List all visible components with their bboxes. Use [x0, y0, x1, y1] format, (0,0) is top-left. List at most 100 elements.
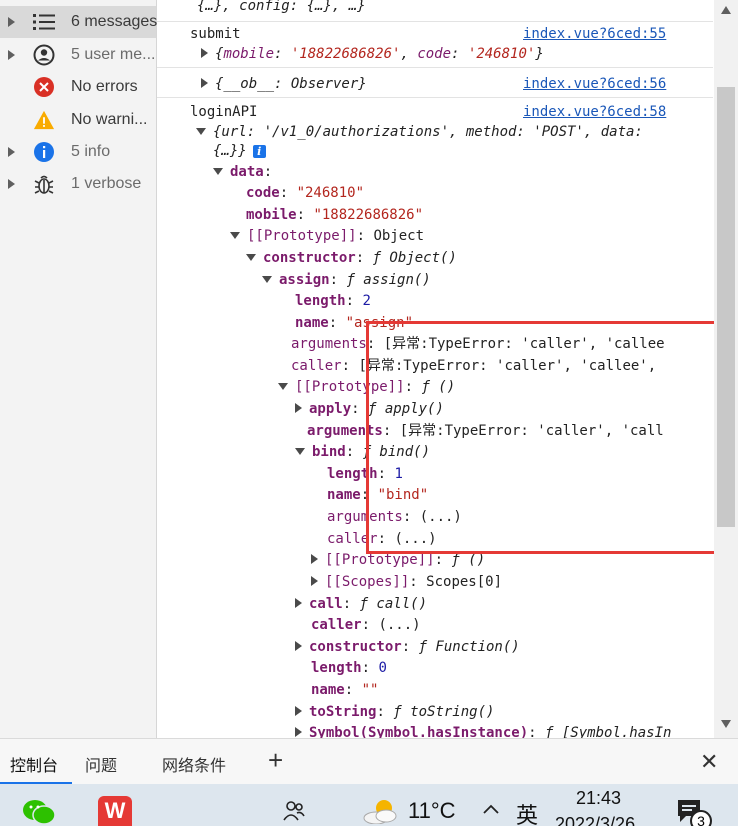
- people-icon[interactable]: [282, 798, 306, 826]
- expand-arrow-icon[interactable]: [295, 641, 302, 651]
- source-link-56[interactable]: index.vue?6ced:56: [523, 75, 666, 93]
- tree-row-bind-caller[interactable]: caller: (...): [327, 530, 437, 548]
- source-link-58[interactable]: index.vue?6ced:58: [523, 103, 666, 121]
- tree-row-apply[interactable]: apply: ƒ apply(): [295, 400, 444, 418]
- scroll-thumb[interactable]: [717, 87, 735, 527]
- sidebar-item-messages[interactable]: 6 messages: [0, 6, 157, 38]
- tree-row-tostring[interactable]: toString: ƒ toString(): [295, 703, 494, 721]
- tree-row-caller-2[interactable]: caller: (...): [311, 616, 421, 634]
- expand-arrow-icon[interactable]: [295, 727, 302, 737]
- prop-value: [异常:TypeError: 'caller', 'callee',: [358, 358, 657, 374]
- sidebar-item-user-messages[interactable]: 5 user me...: [0, 39, 156, 71]
- prop-key: [[Prototype]]: [247, 228, 357, 244]
- wechat-icon[interactable]: [22, 796, 56, 826]
- info-icon[interactable]: i: [252, 144, 266, 158]
- prop-key: arguments: [327, 509, 403, 525]
- prop-value: ƒ call(): [359, 596, 428, 612]
- tree-row-bind-scopes[interactable]: [[Scopes]]: Scopes[0]: [311, 573, 502, 591]
- scroll-down-icon[interactable]: [721, 720, 731, 728]
- prop-value: ƒ Function(): [418, 639, 520, 655]
- tree-row-assign[interactable]: assign: ƒ assign(): [262, 271, 431, 289]
- prop-value: ƒ bind(): [362, 444, 431, 460]
- expand-arrow-icon[interactable]: [8, 179, 15, 189]
- tree-row-length: length: 2: [295, 293, 371, 309]
- close-drawer-icon[interactable]: ✕: [700, 749, 718, 775]
- observer-text: {__ob__: Observer}: [215, 76, 367, 92]
- add-tab-icon[interactable]: +: [268, 745, 283, 776]
- login-summary: {url: '/v1_0/authorizations', method: 'P…: [213, 124, 643, 140]
- bug-icon: [33, 173, 55, 195]
- prop-key: constructor: [309, 639, 402, 655]
- collapse-arrow-icon[interactable]: [262, 275, 272, 283]
- prop-key: caller: [327, 531, 378, 547]
- tab-network-conditions[interactable]: 网络条件: [162, 752, 226, 776]
- tree-row-prototype[interactable]: [[Prototype]]: Object: [230, 227, 424, 245]
- temperature-label[interactable]: 11°C: [408, 798, 456, 824]
- sidebar-item-label: 5 user me...: [71, 46, 156, 63]
- tree-row-constructor-2[interactable]: constructor: ƒ Function(): [295, 638, 520, 656]
- expand-arrow-icon[interactable]: [295, 598, 302, 608]
- tree-row-call[interactable]: call: ƒ call(): [295, 595, 427, 613]
- login-object-row[interactable]: {url: '/v1_0/authorizations', method: 'P…: [196, 123, 643, 141]
- tree-row-data[interactable]: data:: [213, 163, 272, 181]
- prop-value: ƒ [Symbol.hasIn: [545, 725, 672, 738]
- warning-icon: [33, 109, 55, 131]
- tree-row-symbol[interactable]: Symbol(Symbol.hasInstance): ƒ [Symbol.ha…: [295, 724, 671, 738]
- tree-row-bind-prototype[interactable]: [[Prototype]]: ƒ (): [311, 551, 485, 569]
- expand-arrow-icon[interactable]: [8, 147, 15, 157]
- tab-issues[interactable]: 问题: [85, 752, 117, 776]
- submit-object-row[interactable]: {mobile: '18822686826', code: '246810'}: [201, 45, 544, 63]
- observer-object-row[interactable]: {__ob__: Observer}: [201, 75, 367, 93]
- tree-row-bind[interactable]: bind: ƒ bind(): [295, 443, 430, 461]
- wps-icon[interactable]: W: [98, 796, 132, 826]
- collapse-arrow-icon[interactable]: [295, 447, 305, 455]
- expand-arrow-icon[interactable]: [201, 78, 208, 88]
- collapse-arrow-icon[interactable]: [278, 382, 288, 390]
- sidebar-item-errors[interactable]: No errors: [0, 71, 156, 103]
- prop-key: mobile: [223, 46, 275, 62]
- divider: [157, 21, 713, 22]
- prop-key: name: [295, 315, 329, 331]
- expand-arrow-icon[interactable]: [8, 17, 15, 27]
- sidebar-item-verbose[interactable]: 1 verbose: [0, 168, 156, 200]
- tree-row-name-2: name: "": [311, 682, 379, 698]
- ime-indicator[interactable]: 英: [516, 798, 538, 826]
- chevron-up-icon[interactable]: [482, 802, 500, 820]
- tree-row-prototype-fn[interactable]: [[Prototype]]: ƒ (): [278, 378, 455, 396]
- tree-row-bind-arguments[interactable]: arguments: (...): [327, 508, 462, 526]
- clock-time[interactable]: 21:43: [576, 788, 621, 809]
- sidebar-item-info[interactable]: 5 info: [0, 136, 156, 168]
- tab-console[interactable]: 控制台: [10, 752, 58, 776]
- prop-value[interactable]: (...): [394, 531, 436, 547]
- tree-row-bind-name: name: "bind": [327, 487, 429, 503]
- weather-icon[interactable]: [362, 794, 402, 826]
- collapse-arrow-icon[interactable]: [196, 127, 206, 135]
- expand-arrow-icon[interactable]: [8, 50, 15, 60]
- prop-key: toString: [309, 704, 377, 720]
- expand-arrow-icon[interactable]: [311, 576, 318, 586]
- collapse-arrow-icon[interactable]: [213, 167, 223, 175]
- prop-value[interactable]: (...): [420, 509, 462, 525]
- source-link-55[interactable]: index.vue?6ced:55: [523, 25, 666, 43]
- collapse-arrow-icon[interactable]: [246, 253, 256, 261]
- sidebar-item-label: 5 info: [71, 143, 111, 160]
- expand-arrow-icon[interactable]: [295, 706, 302, 716]
- login-summary-end: {…}}: [213, 143, 247, 159]
- sidebar-item-label: 1 verbose: [71, 175, 142, 192]
- tree-row-name: name: "assign": [295, 315, 414, 331]
- sidebar-item-warnings[interactable]: No warni...: [0, 104, 156, 136]
- prop-key: [[Prototype]]: [295, 379, 405, 395]
- expand-arrow-icon[interactable]: [295, 403, 302, 413]
- tree-row-constructor[interactable]: constructor: ƒ Object(): [246, 249, 457, 267]
- console-partial-line: {…}, config: {…}, …}: [197, 0, 366, 14]
- prop-value[interactable]: (...): [378, 617, 420, 633]
- prop-key: [[Prototype]]: [325, 552, 435, 568]
- collapse-arrow-icon[interactable]: [230, 231, 240, 239]
- clock-date[interactable]: 2022/3/26: [555, 814, 635, 826]
- vertical-scrollbar[interactable]: [714, 0, 738, 738]
- scroll-up-icon[interactable]: [721, 6, 731, 14]
- expand-arrow-icon[interactable]: [311, 554, 318, 564]
- tree-row-bind-length: length: 1: [327, 466, 403, 482]
- expand-arrow-icon[interactable]: [201, 48, 208, 58]
- divider: [157, 67, 713, 68]
